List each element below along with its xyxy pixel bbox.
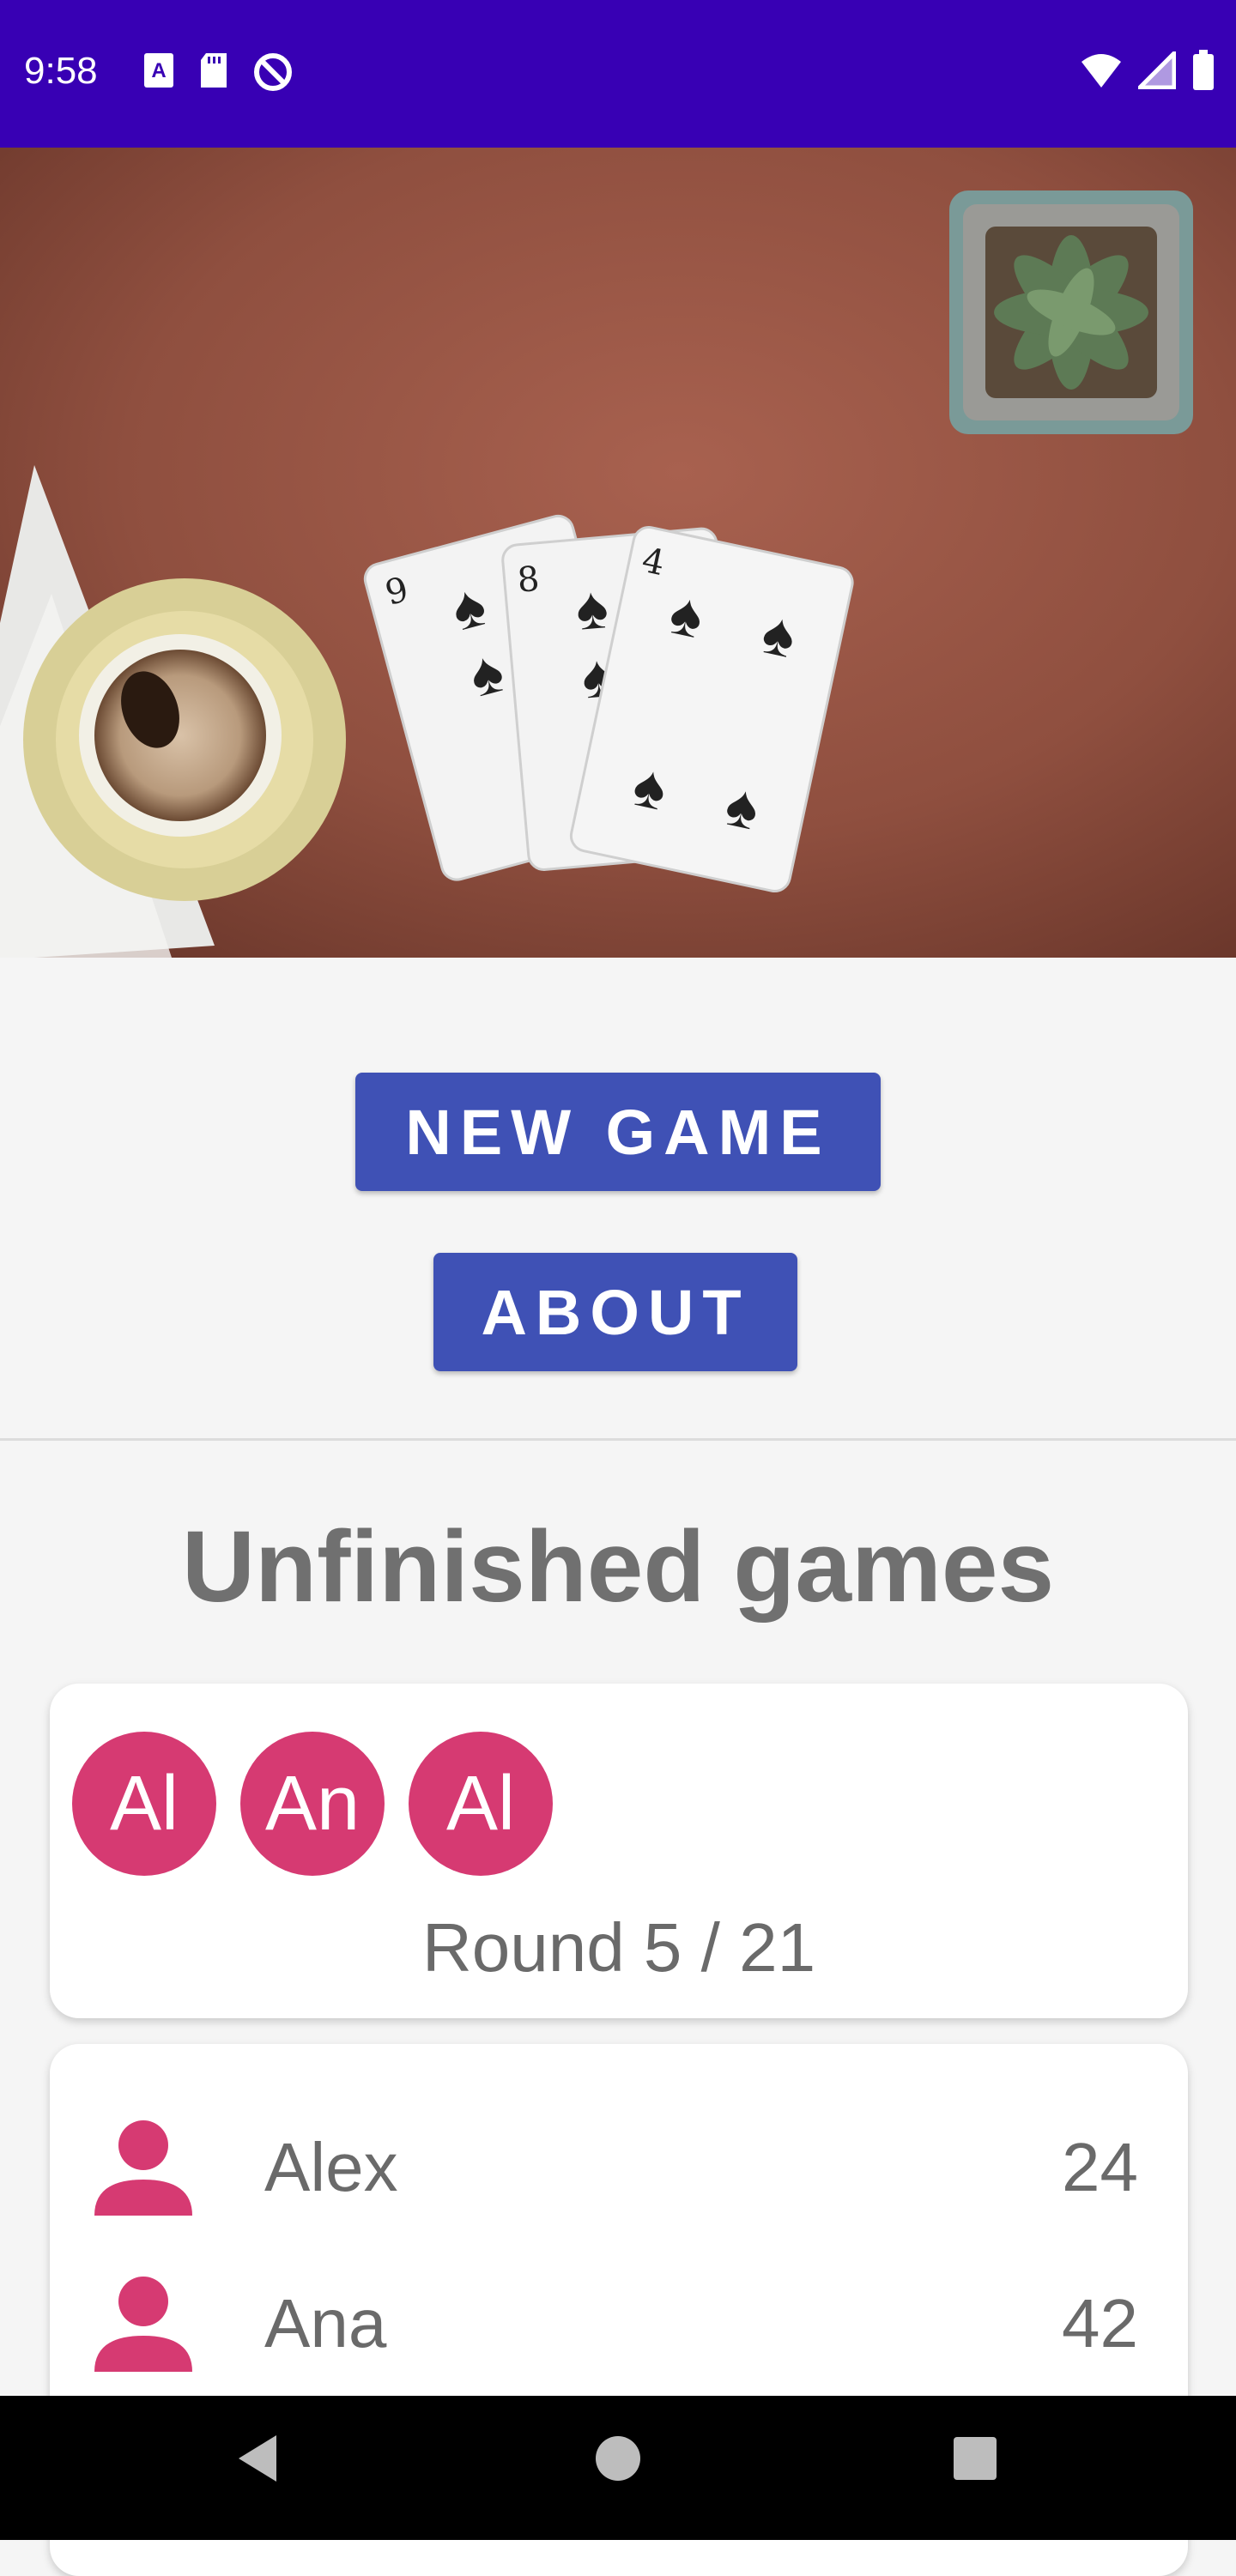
player-name: Alex bbox=[264, 2129, 398, 2205]
player-score: 42 bbox=[1062, 2285, 1138, 2361]
hero-illustration: 9 ♠ ♠ 8 ♠ ♠ 4 ♠ ♠ ♠ ♠ bbox=[0, 148, 1236, 958]
navigation-bar bbox=[0, 2396, 1236, 2540]
status-time: 9:58 bbox=[24, 50, 98, 92]
svg-text:A: A bbox=[151, 59, 166, 82]
cell-signal-icon bbox=[1134, 47, 1177, 94]
status-right-icons bbox=[1080, 47, 1215, 95]
keyboard-a-icon: A bbox=[142, 51, 175, 97]
svg-text:8: 8 bbox=[516, 559, 541, 601]
player-row: Ana 42 bbox=[50, 2252, 1188, 2389]
person-icon bbox=[93, 2116, 194, 2222]
battery-icon bbox=[1191, 50, 1215, 95]
status-bar: 9:58 A bbox=[0, 0, 1236, 148]
person-icon bbox=[93, 2272, 194, 2378]
player-avatar: Al bbox=[409, 1732, 553, 1876]
hero-image: 9 ♠ ♠ 8 ♠ ♠ 4 ♠ ♠ ♠ ♠ bbox=[0, 148, 1236, 958]
sd-card-icon bbox=[197, 51, 230, 97]
player-avatars: Al An Al bbox=[72, 1732, 553, 1876]
wifi-icon bbox=[1080, 51, 1123, 94]
about-button[interactable]: ABOUT bbox=[433, 1253, 797, 1371]
player-name: Ana bbox=[264, 2285, 387, 2361]
new-game-button[interactable]: NEW GAME bbox=[355, 1073, 881, 1191]
do-not-disturb-icon bbox=[252, 51, 294, 97]
recents-icon[interactable] bbox=[949, 2428, 1001, 2493]
round-progress: Round 5 / 21 bbox=[421, 1909, 816, 1986]
unfinished-game-card[interactable]: Al An Al Round 5 / 21 bbox=[50, 1684, 1188, 2018]
back-icon[interactable] bbox=[232, 2428, 283, 2493]
player-score: 24 bbox=[1062, 2129, 1138, 2205]
player-avatar: Al bbox=[72, 1732, 216, 1876]
player-row: Alex 24 bbox=[50, 2095, 1188, 2233]
unfinished-games-title: Unfinished games bbox=[181, 1510, 1055, 1624]
player-avatar: An bbox=[240, 1732, 385, 1876]
svg-text:♠: ♠ bbox=[573, 573, 611, 643]
status-left-icons: A bbox=[142, 51, 294, 97]
section-divider bbox=[0, 1438, 1236, 1441]
home-icon[interactable] bbox=[592, 2428, 644, 2493]
